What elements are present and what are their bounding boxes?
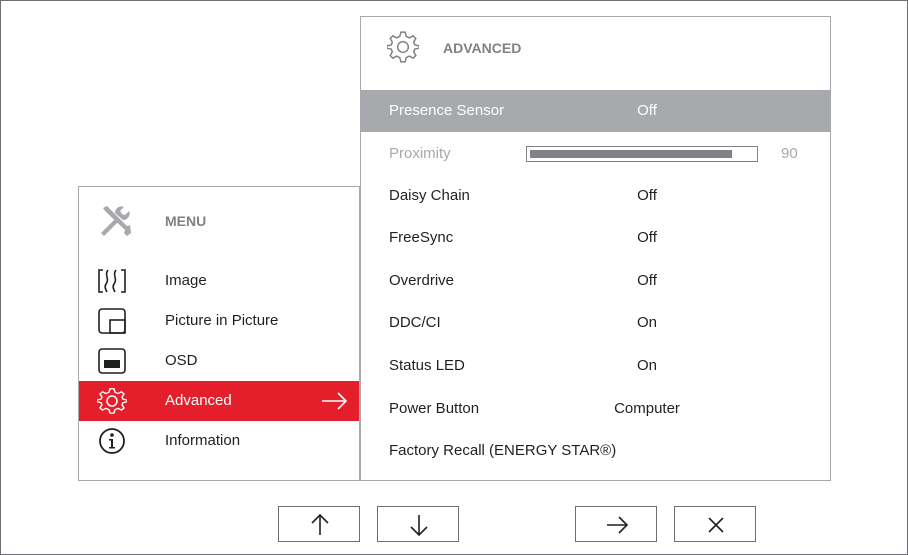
menu-item-advanced[interactable]: Advanced <box>79 381 359 421</box>
setting-value: Off <box>637 187 657 204</box>
setting-value: 90 <box>781 145 798 162</box>
menu-item-label: Information <box>165 432 241 449</box>
menu-item-information[interactable]: Information <box>79 421 359 461</box>
menu-item-label: Image <box>165 272 207 289</box>
setting-value: On <box>636 314 658 331</box>
main-menu-panel: MENU Image Picture in Picture OSD Advanc… <box>78 186 360 481</box>
setting-label: Presence Sensor <box>389 102 505 119</box>
setting-label: DDC/CI <box>389 314 441 331</box>
up-button[interactable] <box>278 506 360 542</box>
setting-label: Daisy Chain <box>389 187 470 204</box>
setting-value: Off <box>637 272 657 289</box>
gear-icon <box>387 31 419 63</box>
exit-button[interactable] <box>674 506 756 542</box>
setting-value: Computer <box>614 400 680 417</box>
right-arrow-icon <box>607 516 629 534</box>
enter-button[interactable] <box>575 506 657 542</box>
setting-status-led[interactable]: Status LED On <box>361 345 830 387</box>
tools-icon <box>101 206 131 236</box>
close-icon <box>708 517 724 533</box>
menu-item-label: Picture in Picture <box>165 312 279 329</box>
setting-ddc-ci[interactable]: DDC/CI On <box>361 302 830 344</box>
osd-icon <box>98 348 126 374</box>
menu-item-label: OSD <box>165 352 198 369</box>
advanced-submenu-panel: ADVANCED Presence Sensor Off Proximity 9… <box>360 16 831 481</box>
picture-in-picture-icon <box>98 308 126 334</box>
proximity-slider[interactable] <box>526 146 758 162</box>
setting-presence-sensor[interactable]: Presence Sensor Off <box>361 90 830 132</box>
setting-label: Overdrive <box>389 272 455 289</box>
menu-item-osd[interactable]: OSD <box>79 341 359 381</box>
down-arrow-icon <box>410 515 428 537</box>
setting-power-button[interactable]: Power Button Computer <box>361 388 830 430</box>
setting-label: FreeSync <box>389 229 454 246</box>
setting-proximity[interactable]: Proximity 90 <box>361 133 830 175</box>
menu-item-picture-in-picture[interactable]: Picture in Picture <box>79 301 359 341</box>
setting-value: Off <box>637 102 657 119</box>
image-icon <box>98 269 126 293</box>
setting-label: Factory Recall (ENERGY STAR®) <box>389 442 617 459</box>
setting-label: Proximity <box>389 145 451 162</box>
setting-daisy-chain[interactable]: Daisy Chain Off <box>361 175 830 217</box>
menu-item-image[interactable]: Image <box>79 261 359 301</box>
setting-value: On <box>636 357 658 374</box>
info-icon <box>99 428 125 454</box>
menu-header: MENU <box>79 187 359 259</box>
setting-label: Power Button <box>389 400 480 417</box>
up-arrow-icon <box>311 513 329 535</box>
down-button[interactable] <box>377 506 459 542</box>
setting-label: Status LED <box>389 357 465 374</box>
setting-value: Off <box>637 229 657 246</box>
setting-factory-recall[interactable]: Factory Recall (ENERGY STAR®) <box>361 430 830 472</box>
proximity-slider-fill <box>530 150 732 158</box>
menu-item-label: Advanced <box>165 392 232 409</box>
advanced-header: ADVANCED <box>361 17 830 91</box>
menu-title: MENU <box>165 213 207 229</box>
setting-freesync[interactable]: FreeSync Off <box>361 217 830 259</box>
setting-overdrive[interactable]: Overdrive Off <box>361 260 830 302</box>
gear-icon <box>97 388 127 414</box>
arrow-right-icon <box>322 392 348 410</box>
advanced-title: ADVANCED <box>443 40 522 56</box>
